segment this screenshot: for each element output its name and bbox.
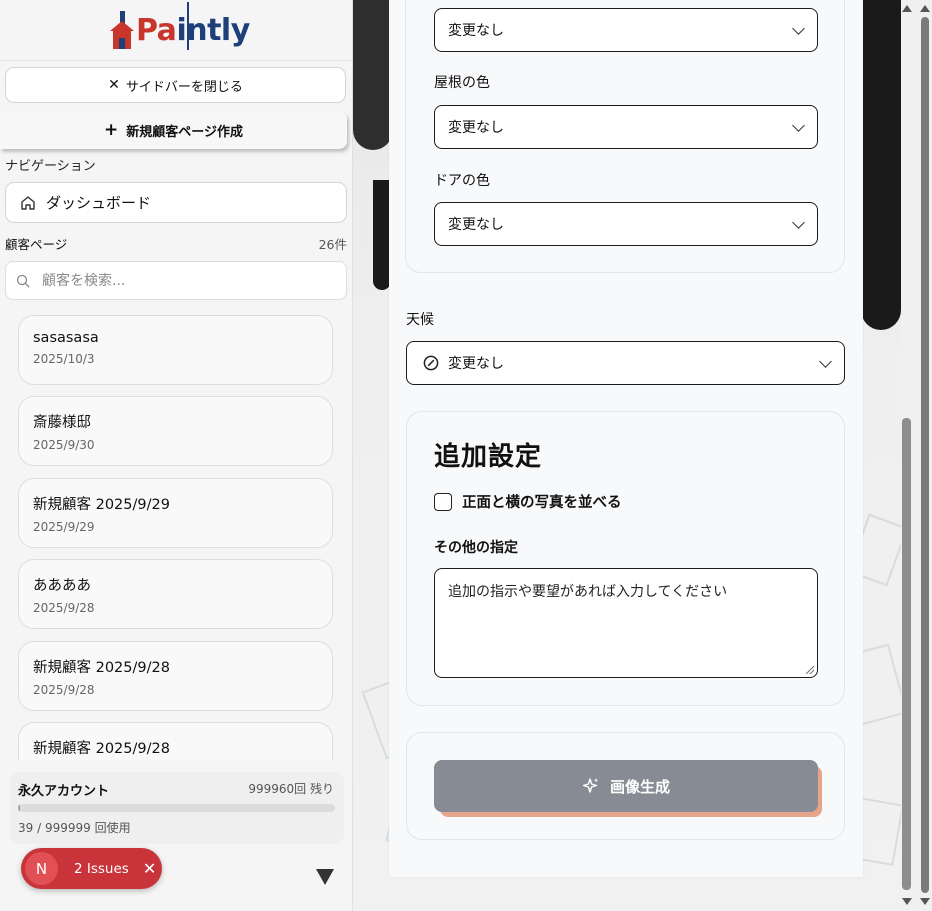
side-by-side-label: 正面と横の写真を並べる [462,495,622,511]
chevron-down-icon [792,22,805,35]
logo-text-a: Pa [136,12,177,48]
no-change-icon [423,355,439,371]
customer-name: 新規顧客 2025/9/28 [33,741,170,757]
main-scrollbar-thumb[interactable] [902,418,911,890]
wall-color-value: 変更なし [448,23,504,39]
resize-handle-icon[interactable] [806,666,814,674]
additional-settings-title: 追加設定 [434,442,543,472]
customer-search[interactable] [5,261,347,300]
customer-name: 新規顧客 2025/9/28 [33,660,170,676]
customer-date: 2025/10/3 [33,352,95,366]
nav-section-title: ナビゲーション [5,159,96,174]
door-color-label: ドアの色 [434,173,490,189]
generate-image-button[interactable]: 画像生成 [434,760,818,812]
customer-name: 新規顧客 2025/9/29 [33,497,170,513]
customers-section-title: 顧客ページ [5,237,68,252]
chevron-down-icon [792,119,805,132]
collapse-triangle-icon[interactable] [316,869,334,885]
sidebar: Paintly ✕ サイドバーを閉じる + 新規顧客ページ作成 ナビゲーション … [0,0,353,911]
next-logo-icon: N [25,852,58,885]
other-instructions-placeholder: 追加の指示や要望があれば入力してください [448,584,728,600]
customer-list: sasasasa 2025/10/3 斎藤様邸 2025/9/30 新規顧客 2… [18,315,335,760]
close-icon: ✕ [108,77,120,93]
customer-date: 2025/9/29 [33,520,95,534]
customer-name: ああああ [33,578,91,594]
wall-color-select[interactable]: 変更なし [434,8,818,52]
customer-item[interactable]: 斎藤様邸 2025/9/30 [18,396,333,466]
issues-label: 2 Issues [74,860,129,877]
logo-divider [187,2,189,50]
customers-section-header: 顧客ページ 26件 [5,234,347,253]
window-scrollbar-thumb[interactable] [921,17,929,893]
plan-title: 永久アカウント [18,784,110,799]
door-color-value: 変更なし [448,217,504,233]
weather-value: 変更なし [448,356,504,372]
customer-item[interactable]: ああああ 2025/9/28 [18,559,333,629]
side-by-side-option[interactable]: 正面と横の写真を並べる [434,491,622,512]
logo-text: Paintly [136,13,250,48]
plan-usage-fill [18,804,20,812]
customer-name: sasasasa [33,330,99,346]
paintly-logo[interactable]: Paintly [108,4,250,56]
roof-color-label: 屋根の色 [434,75,490,91]
customer-item[interactable]: 新規顧客 2025/9/28 [18,722,333,760]
roof-color-select[interactable]: 変更なし [434,105,818,149]
customer-date: 2025/9/28 [33,601,95,615]
issues-badge[interactable]: N 2 Issues ✕ [21,848,162,889]
new-customer-button[interactable]: + 新規顧客ページ作成 [0,111,347,149]
plan-remaining: 999960回 残り [248,782,334,796]
house-brush-icon [110,11,134,49]
generate-label: 画像生成 [609,777,670,796]
customer-item[interactable]: 新規顧客 2025/9/28 2025/9/28 [18,641,333,711]
close-icon[interactable]: ✕ [143,859,156,878]
search-icon [16,274,30,287]
new-customer-label: 新規顧客ページ作成 [126,124,243,140]
customer-date: 2025/9/28 [33,683,95,697]
close-sidebar-button[interactable]: ✕ サイドバーを閉じる [5,67,346,103]
customer-date: 2025/9/30 [33,438,95,452]
customers-count: 26件 [318,237,347,252]
plan-usage-bar [18,804,335,812]
sparkle-icon [582,778,598,793]
plan-usage-text: 39 / 999999 回使用 [18,821,131,835]
customer-search-input[interactable] [40,271,324,290]
customer-item[interactable]: 新規顧客 2025/9/29 2025/9/29 [18,478,333,548]
header-divider [0,60,352,61]
scroll-up-arrow-icon[interactable] [920,5,930,12]
weather-label: 天候 [406,312,434,328]
chevron-down-icon [792,216,805,229]
close-sidebar-label: サイドバーを閉じる [125,79,243,95]
scroll-down-arrow-icon[interactable] [902,898,912,905]
other-instructions-textarea[interactable]: 追加の指示や要望があれば入力してください [434,568,818,678]
dashboard-label: ダッシュボード [46,194,152,212]
door-color-select[interactable]: 変更なし [434,202,818,246]
customer-name: 斎藤様邸 [33,415,91,431]
roof-color-value: 変更なし [448,120,504,136]
home-icon [21,195,35,210]
customer-item[interactable]: sasasasa 2025/10/3 [18,315,333,385]
side-by-side-checkbox[interactable] [434,492,452,511]
plus-icon: + [104,120,119,140]
plan-usage-box: 永久アカウント 999960回 残り 39 / 999999 回使用 [10,772,344,844]
scroll-up-arrow-icon[interactable] [902,5,912,12]
scroll-down-arrow-icon[interactable] [920,898,930,905]
weather-select[interactable]: 変更なし [406,341,845,385]
sidebar-item-dashboard[interactable]: ダッシュボード [5,182,347,223]
chevron-down-icon [819,355,832,368]
other-instructions-label: その他の指定 [434,540,518,556]
